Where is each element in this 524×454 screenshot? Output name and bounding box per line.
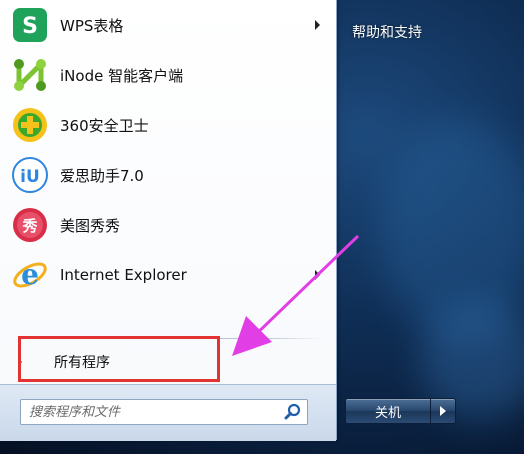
search-area	[0, 384, 336, 441]
shutdown-options-button[interactable]	[430, 398, 456, 424]
shutdown-button[interactable]: 关机	[345, 398, 431, 424]
program-label: 美图秀秀	[60, 216, 121, 235]
svg-text:秀: 秀	[21, 217, 38, 235]
menu-separator	[12, 338, 324, 339]
pinned-programs-list: S WPS表格 iNode 智能客户端 360安全卫士 iU 爱思助手7.0 秀…	[4, 0, 330, 300]
360-security-icon	[10, 105, 50, 145]
start-menu-left-pane: S WPS表格 iNode 智能客户端 360安全卫士 iU 爱思助手7.0 秀…	[0, 0, 337, 440]
submenu-arrow-icon[interactable]	[315, 270, 320, 280]
all-programs-button[interactable]: 所有程序	[10, 344, 330, 380]
program-label: 爱思助手7.0	[60, 166, 144, 185]
search-icon[interactable]	[283, 402, 303, 422]
program-label: iNode 智能客户端	[60, 66, 184, 85]
search-input[interactable]	[27, 400, 283, 424]
arrow-right-icon	[440, 406, 446, 416]
meitu-icon: 秀	[10, 205, 50, 245]
all-programs-label: 所有程序	[54, 355, 110, 371]
i4-assistant-icon: iU	[10, 155, 50, 195]
internet-explorer-icon: e	[10, 255, 50, 295]
program-item-360[interactable]: 360安全卫士	[4, 100, 330, 150]
program-item-wps[interactable]: S WPS表格	[4, 0, 330, 50]
program-label: 360安全卫士	[60, 116, 149, 135]
svg-text:e: e	[21, 258, 39, 291]
search-box[interactable]	[20, 399, 308, 425]
wps-spreadsheet-icon: S	[10, 5, 50, 45]
program-label: WPS表格	[60, 16, 124, 35]
program-label: Internet Explorer	[60, 266, 187, 284]
program-item-i4[interactable]: iU 爱思助手7.0	[4, 150, 330, 200]
submenu-arrow-icon[interactable]	[315, 20, 320, 30]
program-item-ie[interactable]: e Internet Explorer	[4, 250, 330, 300]
expand-arrow-icon	[18, 358, 22, 366]
help-and-support-link[interactable]: 帮助和支持	[352, 22, 422, 42]
program-item-inode[interactable]: iNode 智能客户端	[4, 50, 330, 100]
svg-text:iU: iU	[20, 167, 40, 187]
shutdown-group: 关机	[345, 398, 456, 424]
inode-client-icon	[10, 55, 50, 95]
program-item-meitu[interactable]: 秀 美图秀秀	[4, 200, 330, 250]
svg-text:S: S	[22, 14, 38, 39]
